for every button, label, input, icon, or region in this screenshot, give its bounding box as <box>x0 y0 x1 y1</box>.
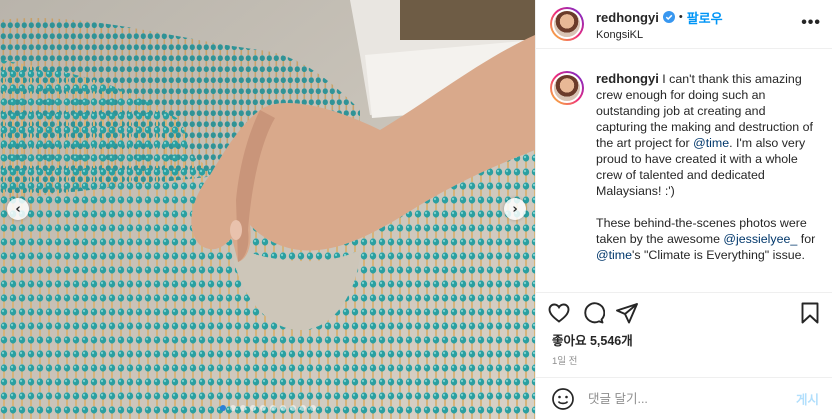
caption-username-link[interactable]: redhongyi <box>596 71 659 86</box>
post-header: redhongyi • 팔로우 KongsiKL ••• <box>536 0 832 49</box>
carousel-dot <box>219 405 226 411</box>
mention-link[interactable]: @time <box>596 248 632 262</box>
emoji-icon[interactable] <box>550 386 576 412</box>
carousel-dot <box>309 405 316 411</box>
caption-paragraph: These behind-the-scenes photos were take… <box>596 215 816 263</box>
post-timestamp[interactable]: 1일 전 <box>552 353 577 367</box>
carousel-dot <box>279 405 286 411</box>
carousel-indicator <box>0 405 535 411</box>
carousel-dot <box>269 405 276 411</box>
likes-count[interactable]: 좋아요 5,546개 <box>552 330 633 349</box>
caption-area: redhongyi I can't thank this amazing cre… <box>536 49 832 292</box>
carousel-dot <box>299 405 306 411</box>
carousel-dot <box>229 405 236 411</box>
location-link[interactable]: KongsiKL <box>596 29 723 41</box>
photo-matchsticks <box>0 0 535 419</box>
heart-icon[interactable] <box>546 300 572 326</box>
bookmark-icon[interactable] <box>797 300 823 326</box>
carousel-dot <box>239 405 246 411</box>
comment-bar: 게시 <box>536 377 832 419</box>
caption-avatar[interactable] <box>550 71 584 105</box>
comment-input[interactable] <box>588 391 796 406</box>
post-media[interactable]: ‹ › <box>0 0 535 419</box>
next-slide-button[interactable]: › <box>504 198 526 220</box>
username-link[interactable]: redhongyi <box>596 10 659 25</box>
chevron-right-icon: › <box>512 201 518 217</box>
chevron-left-icon: ‹ <box>15 201 21 217</box>
avatar[interactable] <box>550 7 584 41</box>
post-side-panel: redhongyi • 팔로우 KongsiKL ••• redhongyi I… <box>535 0 832 419</box>
caption-text: redhongyi I can't thank this amazing cre… <box>596 71 816 292</box>
verified-badge-icon <box>662 11 675 23</box>
action-bar <box>536 292 832 332</box>
separator-dot: • <box>678 11 683 23</box>
post-comment-button[interactable]: 게시 <box>796 389 819 408</box>
carousel-dot <box>289 405 296 411</box>
carousel-dot <box>259 405 266 411</box>
caption-part: 's "Climate is Everything" issue. <box>632 248 805 262</box>
mention-link[interactable]: @time <box>693 136 729 150</box>
share-icon[interactable] <box>614 300 640 326</box>
caption-part: for <box>797 232 816 246</box>
comment-icon[interactable] <box>580 300 606 326</box>
prev-slide-button[interactable]: ‹ <box>7 198 29 220</box>
mention-link[interactable]: @jessielyee_ <box>723 232 797 246</box>
follow-button[interactable]: 팔로우 <box>687 8 723 27</box>
instagram-post: ‹ › redhongyi • 팔로우 KongsiKL ••• redhong… <box>0 0 832 419</box>
carousel-dot <box>249 405 256 411</box>
more-icon[interactable]: ••• <box>801 14 821 32</box>
